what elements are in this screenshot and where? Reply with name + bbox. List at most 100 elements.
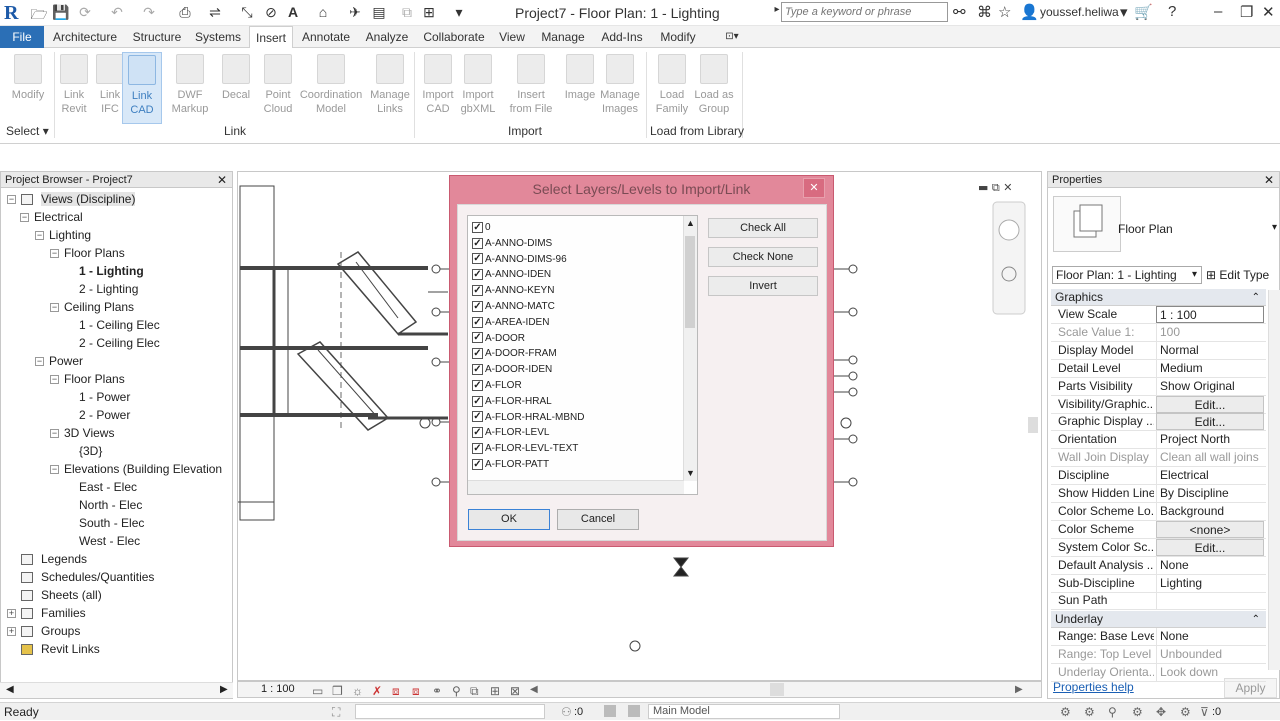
- 3d-view-icon[interactable]: ⌂: [314, 4, 332, 20]
- scroll-down-icon[interactable]: ▼: [686, 468, 695, 478]
- tab-modify[interactable]: Modify: [654, 26, 702, 48]
- property-row[interactable]: View Scale 1 : 100: [1051, 306, 1266, 324]
- layer-checkbox[interactable]: ✓: [472, 364, 483, 376]
- property-row[interactable]: Show Hidden Lines By Discipline: [1051, 485, 1266, 503]
- main-model-dropdown[interactable]: Main Model: [648, 704, 840, 719]
- properties-scrollbar[interactable]: [1268, 290, 1280, 670]
- subscription-icon[interactable]: ⌘: [977, 3, 992, 21]
- tab-annotate[interactable]: Annotate: [298, 26, 354, 48]
- property-value[interactable]: 100: [1156, 323, 1264, 341]
- browser-node[interactable]: 1 - Power: [79, 390, 130, 404]
- type-dropdown-icon[interactable]: ▾: [1272, 222, 1277, 233]
- layer-row[interactable]: ✓ A-ANNO-DIMS: [472, 236, 552, 252]
- property-row[interactable]: Wall Join Display Clean all wall joins: [1051, 449, 1266, 468]
- collapse-toggle-icon[interactable]: −: [50, 249, 59, 258]
- property-row[interactable]: Underlay Orienta... Look down: [1051, 663, 1266, 682]
- browser-node[interactable]: 2 - Power: [79, 408, 130, 422]
- tab-systems[interactable]: Systems: [192, 26, 244, 48]
- close-hidden-icon[interactable]: ⧉: [398, 4, 416, 21]
- tab-file[interactable]: File: [0, 26, 44, 48]
- layer-row[interactable]: ✓ A-DOOR-IDEN: [472, 362, 552, 378]
- temporary-view-icon[interactable]: ⊞: [490, 684, 500, 698]
- browser-node[interactable]: Legends: [41, 552, 87, 566]
- scroll-thumb[interactable]: [685, 236, 695, 328]
- ribbon-options-icon[interactable]: ⊡▾: [718, 26, 746, 48]
- property-edit-button[interactable]: Edit...: [1156, 395, 1264, 413]
- browser-node[interactable]: Electrical: [34, 210, 83, 224]
- customize-qat-icon[interactable]: ▾: [450, 4, 468, 21]
- background-process-icon[interactable]: ⚙: [1180, 703, 1191, 721]
- layer-checkbox[interactable]: ✓: [472, 379, 483, 391]
- property-value[interactable]: Electrical: [1156, 467, 1264, 485]
- sun-path-icon[interactable]: ☼: [352, 684, 363, 698]
- section-icon[interactable]: ✈: [346, 4, 364, 21]
- manage-links-button[interactable]: Manage Links: [366, 52, 414, 124]
- canvas-hscroll-thumb[interactable]: [770, 683, 784, 696]
- favorites-icon[interactable]: ☆: [998, 3, 1011, 21]
- layer-checkbox[interactable]: ✓: [472, 316, 483, 328]
- user-name[interactable]: youssef.heliwa: [1040, 5, 1119, 19]
- filter-icon[interactable]: ⊽: [1200, 703, 1209, 721]
- layer-checkbox[interactable]: ✓: [472, 285, 483, 297]
- property-value[interactable]: None: [1156, 556, 1264, 574]
- dwf-markup-button[interactable]: DWF Markup: [166, 52, 214, 124]
- layer-checkbox[interactable]: ✓: [472, 411, 483, 423]
- modify-button[interactable]: Modify: [4, 52, 52, 124]
- property-row[interactable]: Display Model Normal: [1051, 341, 1266, 360]
- browser-node[interactable]: Floor Plans: [64, 246, 125, 260]
- ok-button[interactable]: OK: [468, 509, 550, 530]
- group-graphics[interactable]: Graphics ⌃: [1051, 289, 1266, 306]
- insert-from-file-button[interactable]: Insert from File: [504, 52, 558, 124]
- layer-checkbox[interactable]: ✓: [472, 237, 483, 249]
- property-value[interactable]: [1156, 592, 1264, 610]
- editing-requests-icon[interactable]: ⚇: [561, 703, 572, 721]
- property-row[interactable]: Color Scheme Lo... Background: [1051, 502, 1266, 521]
- save-icon[interactable]: 💾: [52, 4, 70, 21]
- layer-checkbox[interactable]: ✓: [472, 269, 483, 281]
- property-row[interactable]: Color Scheme <none>: [1051, 520, 1266, 539]
- detail-level-icon[interactable]: ▭: [312, 684, 323, 698]
- layer-checkbox[interactable]: ✓: [472, 221, 483, 233]
- property-row[interactable]: Sun Path: [1051, 592, 1266, 611]
- point-cloud-button[interactable]: Point Cloud: [254, 52, 302, 124]
- property-value[interactable]: Show Original: [1156, 377, 1264, 395]
- navigation-bar[interactable]: [992, 201, 1026, 315]
- shadows-icon[interactable]: ✗: [372, 684, 382, 698]
- browser-node[interactable]: North - Elec: [79, 498, 142, 512]
- browser-node[interactable]: South - Elec: [79, 516, 144, 530]
- layer-checkbox[interactable]: ✓: [472, 443, 483, 455]
- select-pinned-icon[interactable]: ⚲: [1108, 703, 1117, 721]
- tab-view[interactable]: View: [494, 26, 530, 48]
- property-edit-button[interactable]: Edit...: [1156, 413, 1264, 431]
- browser-node[interactable]: 3D Views: [64, 426, 114, 440]
- collapse-toggle-icon[interactable]: −: [20, 213, 29, 222]
- browser-node[interactable]: Power: [49, 354, 83, 368]
- crop-region-icon[interactable]: ⧈: [412, 684, 420, 699]
- browser-node[interactable]: 1 - Lighting: [79, 264, 144, 278]
- layer-checkbox[interactable]: ✓: [472, 332, 483, 344]
- layer-row[interactable]: ✓ A-FLOR-LEVL: [472, 425, 549, 441]
- visual-style-icon[interactable]: ❒: [332, 684, 343, 698]
- analytical-model-icon[interactable]: ⊠: [510, 684, 520, 698]
- reveal-hidden-icon[interactable]: ⚲: [452, 684, 461, 698]
- worksharing-icon[interactable]: ⧉: [470, 684, 479, 699]
- property-value[interactable]: Project North: [1156, 431, 1264, 449]
- sync-icon[interactable]: ⟳: [76, 4, 94, 21]
- cancel-button[interactable]: Cancel: [557, 509, 639, 530]
- property-value[interactable]: Medium: [1156, 359, 1264, 377]
- load-as-group-button[interactable]: Load as Group: [690, 52, 738, 124]
- select-by-face-icon[interactable]: ⚙: [1132, 703, 1143, 721]
- scroll-right-icon[interactable]: ▶: [220, 684, 228, 695]
- layer-checkbox[interactable]: ✓: [472, 253, 483, 265]
- user-menu-chevron-icon[interactable]: ▾: [1120, 3, 1128, 21]
- select-links-icon[interactable]: ⚙: [1060, 703, 1071, 721]
- binoculars-icon[interactable]: ⚯: [953, 3, 966, 21]
- layer-list-hscrollbar[interactable]: [468, 480, 684, 494]
- search-input[interactable]: [781, 2, 948, 22]
- view-scale[interactable]: 1 : 100: [261, 683, 295, 695]
- check-all-button[interactable]: Check All: [708, 218, 818, 238]
- layer-row[interactable]: ✓ A-ANNO-MATC: [472, 299, 555, 315]
- edit-type-button[interactable]: ⊞ Edit Type: [1206, 266, 1269, 284]
- thin-lines-icon[interactable]: ▤: [370, 4, 388, 21]
- check-none-button[interactable]: Check None: [708, 247, 818, 267]
